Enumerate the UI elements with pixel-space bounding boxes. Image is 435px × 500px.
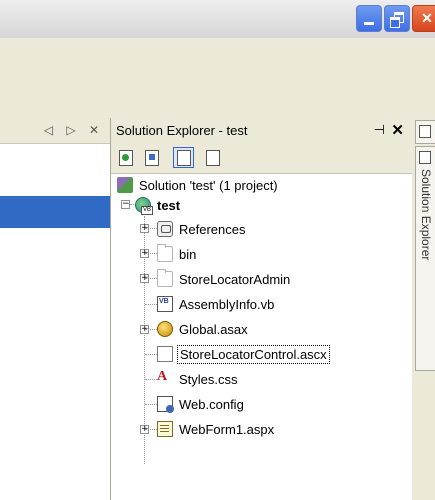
- restore-icon: [390, 11, 404, 28]
- side-tab-label: Solution Explorer: [419, 169, 433, 261]
- tree-item-label: References: [179, 221, 246, 237]
- aspx-file-icon: [157, 421, 173, 437]
- toolbox-icon: [419, 125, 431, 138]
- solution-explorer-side-tab[interactable]: Solution Explorer: [415, 146, 435, 371]
- tree-item-label: StoreLocatorControl.ascx: [177, 344, 330, 364]
- tree-item-webform1[interactable]: WebForm1.aspx: [157, 418, 276, 440]
- tree-connector: [145, 253, 157, 254]
- solution-explorer-toolbar: [111, 144, 413, 174]
- close-button[interactable]: ✕: [412, 5, 435, 32]
- solution-explorer-icon: [419, 151, 431, 164]
- tree-connector: [145, 404, 157, 405]
- document-tab-strip: ◁ ▷ ✕: [0, 118, 110, 144]
- toolbar-area: [0, 38, 435, 118]
- tree-item-references[interactable]: References: [157, 218, 247, 240]
- vb-file-icon: [157, 296, 173, 312]
- tree-item-label: test: [157, 197, 181, 213]
- solution-tree: Solution 'test' (1 project) − test + Ref…: [111, 174, 411, 500]
- toolbox-tab[interactable]: [415, 120, 435, 144]
- refresh-button[interactable]: [115, 147, 136, 168]
- minimize-icon: [364, 22, 374, 25]
- properties-icon: [202, 147, 220, 166]
- document-nav-controls[interactable]: ◁ ▷ ✕: [44, 123, 104, 137]
- close-icon: ✕: [421, 10, 433, 26]
- tree-item-label: Solution 'test' (1 project): [139, 177, 278, 193]
- config-file-icon: [157, 396, 174, 413]
- tree-item-styles-css[interactable]: Styles.css: [157, 368, 240, 390]
- folder-icon: [157, 269, 173, 287]
- window-title-bar: ✕: [0, 0, 435, 38]
- tree-item-label: bin: [179, 246, 197, 262]
- pin-icon[interactable]: ⊣: [374, 122, 385, 138]
- global-asax-icon: [157, 321, 173, 337]
- tree-item-web-config[interactable]: Web.config: [157, 393, 246, 415]
- selected-line-highlight: [0, 196, 110, 228]
- tree-item-assemblyinfo[interactable]: AssemblyInfo.vb: [157, 293, 276, 315]
- tree-connector: [145, 228, 157, 229]
- ascx-file-icon: [157, 346, 173, 362]
- close-panel-icon[interactable]: ✕: [391, 121, 404, 139]
- tree-connector: [145, 304, 157, 305]
- tree-connector: [145, 278, 157, 279]
- tree-item-label: Global.asax: [179, 321, 248, 337]
- css-file-icon: [157, 369, 173, 387]
- view-code-button[interactable]: [141, 147, 162, 168]
- tree-item-label: Styles.css: [179, 371, 238, 387]
- tree-connector: [145, 379, 157, 380]
- restore-button[interactable]: [384, 5, 410, 32]
- tree-item-project[interactable]: test: [135, 194, 182, 216]
- tree-connector: [145, 354, 157, 355]
- tree-item-global-asax[interactable]: Global.asax: [157, 318, 250, 340]
- tree-item-bin-folder[interactable]: bin: [157, 243, 198, 265]
- solution-explorer-title: Solution Explorer - test: [116, 123, 248, 138]
- vb-project-icon: [135, 197, 153, 215]
- minimize-button[interactable]: [356, 5, 382, 32]
- show-all-files-button[interactable]: [173, 147, 194, 168]
- tree-item-storelocatorcontrol[interactable]: StoreLocatorControl.ascx: [157, 343, 330, 365]
- tree-item-solution[interactable]: Solution 'test' (1 project): [117, 174, 280, 196]
- auto-hide-tool-strip: Solution Explorer: [412, 118, 435, 500]
- properties-button[interactable]: [202, 147, 223, 168]
- references-icon: [157, 221, 173, 237]
- show-all-files-icon: [173, 147, 191, 166]
- collapse-toggle[interactable]: −: [121, 200, 130, 209]
- tree-item-label: Web.config: [179, 396, 244, 412]
- solution-explorer-panel: Solution Explorer - test ⊣ ✕ Solution 't…: [110, 118, 413, 500]
- document-pane: ◁ ▷ ✕: [0, 118, 110, 500]
- solution-explorer-title-bar: Solution Explorer - test ⊣ ✕: [111, 118, 413, 144]
- tree-item-label: StoreLocatorAdmin: [179, 271, 291, 287]
- view-code-icon: [144, 149, 159, 166]
- folder-icon: [157, 244, 173, 262]
- tree-item-label: WebForm1.aspx: [179, 421, 275, 437]
- refresh-icon: [118, 149, 133, 166]
- tree-item-storelocatoradmin-folder[interactable]: StoreLocatorAdmin: [157, 268, 292, 290]
- tree-item-label: AssemblyInfo.vb: [179, 296, 275, 312]
- tree-connector: [145, 329, 157, 330]
- solution-icon: [117, 177, 133, 193]
- tree-connector: [145, 429, 157, 430]
